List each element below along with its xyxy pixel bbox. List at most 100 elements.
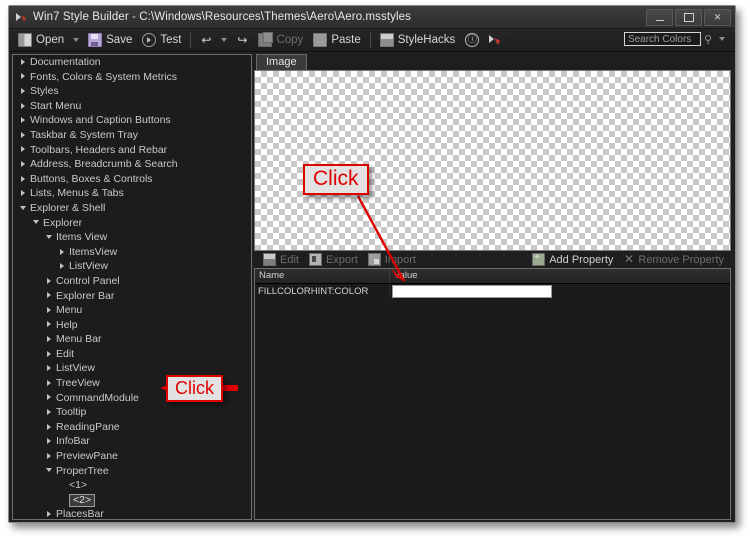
chevron-right-icon[interactable] — [45, 437, 54, 446]
chevron-right-icon[interactable] — [19, 87, 28, 96]
property-name: FILLCOLORHINT:COLOR — [255, 284, 390, 299]
property-value-cell[interactable] — [390, 285, 730, 298]
chevron-right-icon[interactable] — [45, 510, 54, 519]
tree-item[interactable]: ProperTree — [13, 464, 251, 479]
chevron-right-icon[interactable] — [45, 379, 54, 388]
redo-button[interactable]: ↪ — [231, 30, 253, 50]
paste-button[interactable]: Paste — [308, 30, 365, 50]
property-row[interactable]: FILLCOLORHINT:COLOR — [255, 284, 730, 299]
remove-property-button[interactable]: ✕ Remove Property — [618, 253, 729, 266]
copy-button[interactable]: Copy — [253, 30, 308, 50]
stylehacks-button[interactable]: StyleHacks — [375, 30, 461, 50]
chevron-down-icon[interactable] — [19, 204, 28, 213]
search-dropdown-caret-icon[interactable] — [719, 37, 725, 41]
chevron-right-icon[interactable] — [19, 145, 28, 154]
tree-item-label: <1> — [69, 479, 88, 492]
chevron-right-icon[interactable] — [19, 189, 28, 198]
property-grid-header: Name Value — [255, 269, 730, 284]
tree-item[interactable]: Menu — [13, 303, 251, 318]
tree-item[interactable]: Tooltip — [13, 405, 251, 420]
chevron-right-icon[interactable] — [45, 452, 54, 461]
import-button[interactable]: Import — [363, 253, 421, 266]
chevron-right-icon[interactable] — [45, 350, 54, 359]
chevron-right-icon[interactable] — [19, 131, 28, 140]
chevron-right-icon[interactable] — [58, 262, 67, 271]
chevron-right-icon[interactable] — [45, 393, 54, 402]
tree-item[interactable]: <2> — [13, 493, 251, 508]
tree-item[interactable]: ListView — [13, 361, 251, 376]
chevron-right-icon[interactable] — [45, 408, 54, 417]
test-button[interactable]: Test — [137, 30, 186, 50]
chevron-right-icon[interactable] — [45, 306, 54, 315]
tree-item[interactable]: Buttons, Boxes & Controls — [13, 172, 251, 187]
chevron-right-icon[interactable] — [19, 116, 28, 125]
tree-item[interactable]: PreviewPane — [13, 449, 251, 464]
tree-item[interactable]: ReadingPane — [13, 420, 251, 435]
tab-image[interactable]: Image — [256, 54, 307, 70]
tree-item[interactable]: Address, Breadcrumb & Search — [13, 157, 251, 172]
chevron-down-icon[interactable] — [32, 218, 41, 227]
chevron-right-icon[interactable] — [45, 320, 54, 329]
toolbar-separator-2 — [369, 32, 371, 48]
tree-item-label: TreeView — [56, 377, 100, 390]
tree-item[interactable]: Explorer — [13, 216, 251, 231]
search-input[interactable] — [623, 32, 701, 46]
tree-item[interactable]: Taskbar & System Tray — [13, 128, 251, 143]
chevron-right-icon[interactable] — [19, 72, 28, 81]
tree-item[interactable]: Help — [13, 318, 251, 333]
open-dropdown-caret-icon[interactable] — [73, 38, 80, 42]
tree-item[interactable]: Start Menu — [13, 99, 251, 114]
title-bar[interactable]: Win7 Style Builder - C:\Windows\Resource… — [9, 6, 735, 29]
tree-item[interactable]: Windows and Caption Buttons — [13, 113, 251, 128]
property-grid[interactable]: Name Value FILLCOLORHINT:COLOR — [254, 268, 731, 520]
tree-item[interactable]: Documentation — [13, 55, 251, 70]
tree-item[interactable]: Control Panel — [13, 274, 251, 289]
export-button[interactable]: Export — [304, 253, 363, 266]
chevron-right-icon[interactable] — [19, 175, 28, 184]
chevron-down-icon[interactable] — [45, 466, 54, 475]
theme-tree-panel[interactable]: Documentation Fonts, Colors & System Metr… — [12, 54, 252, 520]
search-icon[interactable]: ⚲ — [704, 33, 712, 46]
tree-item[interactable]: Explorer Bar — [13, 289, 251, 304]
chevron-right-icon[interactable] — [45, 364, 54, 373]
tree-item-label: PlacesBar — [56, 508, 104, 520]
info-button[interactable]: ⓘ — [460, 30, 484, 50]
add-property-button[interactable]: Add Property — [527, 252, 618, 266]
tree-item[interactable]: PlacesBar — [13, 507, 251, 520]
chevron-right-icon[interactable] — [58, 248, 67, 257]
tree-item[interactable]: Edit — [13, 347, 251, 362]
tree-item[interactable]: Explorer & Shell — [13, 201, 251, 216]
maximize-button[interactable] — [675, 9, 702, 26]
chevron-right-icon[interactable] — [19, 160, 28, 169]
chevron-right-icon[interactable] — [45, 291, 54, 300]
save-button[interactable]: Save — [83, 30, 137, 50]
tree-item[interactable]: Lists, Menus & Tabs — [13, 186, 251, 201]
tree-item[interactable]: <1> — [13, 478, 251, 493]
chevron-right-icon[interactable] — [45, 335, 54, 344]
color-value-input[interactable] — [392, 285, 552, 298]
chevron-right-icon[interactable] — [19, 102, 28, 111]
tree-item[interactable]: Items View — [13, 230, 251, 245]
tree-item[interactable]: InfoBar — [13, 434, 251, 449]
property-toolbar: Edit Export Import Add Property ✕ — [254, 251, 731, 268]
open-button[interactable]: Open — [13, 30, 69, 50]
image-preview-canvas[interactable] — [254, 70, 731, 251]
tree-item[interactable]: Styles — [13, 84, 251, 99]
tree-item[interactable]: Menu Bar — [13, 332, 251, 347]
brand-button[interactable] — [484, 30, 506, 50]
tree-item[interactable]: Toolbars, Headers and Rebar — [13, 143, 251, 158]
chevron-right-icon[interactable] — [45, 423, 54, 432]
editor-panel: Image Edit Export Import + Add Property … — [254, 54, 731, 520]
undo-button[interactable]: ↩ — [195, 30, 217, 50]
tree-item[interactable]: Fonts, Colors & System Metrics — [13, 70, 251, 85]
chevron-right-icon[interactable] — [19, 58, 28, 67]
tree-item[interactable]: ListView — [13, 259, 251, 274]
chevron-down-icon[interactable] — [45, 233, 54, 242]
minimize-button[interactable] — [646, 9, 673, 26]
tab-strip: Image — [254, 54, 731, 70]
tree-item[interactable]: ItemsView — [13, 245, 251, 260]
chevron-right-icon[interactable] — [45, 277, 54, 286]
undo-dropdown-caret-icon[interactable] — [221, 38, 228, 42]
close-button[interactable]: ✕ — [704, 9, 731, 26]
edit-button[interactable]: Edit — [258, 253, 304, 266]
